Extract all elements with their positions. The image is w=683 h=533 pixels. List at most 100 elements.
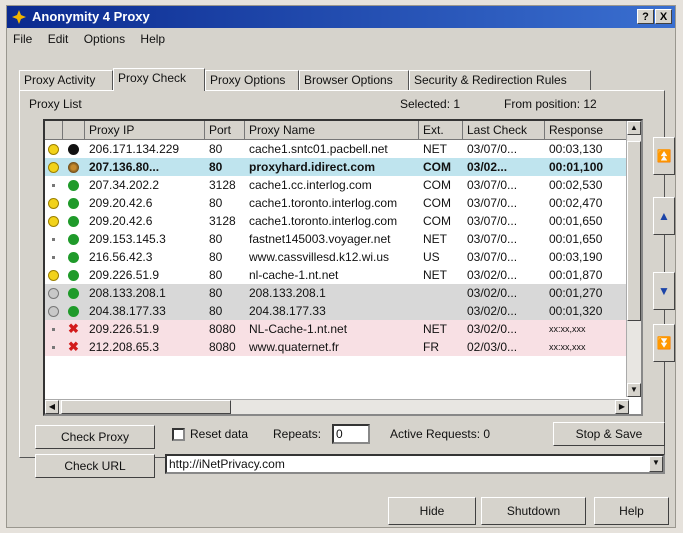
table-row[interactable]: 207.34.202.2 3128 cache1.cc.interlog.com CO… [45,176,629,194]
check-url-button[interactable]: Check URL [35,454,155,478]
help-title-button[interactable]: ? [637,9,654,24]
move-down-icon[interactable]: ▼ [653,272,675,310]
app-window: Anonymity 4 Proxy ? X File Edit Options … [6,5,676,528]
move-up-icon[interactable]: ▲ [653,197,675,235]
table-row[interactable]: 209.20.42.6 3128 cache1.toronto.interlog.c… [45,212,629,230]
cell-proxy-name: cache1.toronto.interlog.com [249,196,398,210]
cell-proxy-name: 208.133.208.1 [249,286,326,300]
tab-security-rules[interactable]: Security & Redirection Rules [409,70,591,90]
cell-proxy-ip: 216.56.42.3 [89,250,153,264]
table-row[interactable]: 216.56.42.3 80 www.cassvillesd.k12.wi.us US… [45,248,629,266]
cell-response: 00:03,130 [549,142,603,156]
menu-options[interactable]: Options [84,29,125,49]
cell-last-check: 03/02/0... [467,304,518,318]
stop-save-button[interactable]: Stop & Save [553,422,665,446]
cell-proxy-name: www.cassvillesd.k12.wi.us [249,250,390,264]
scroll-thumb[interactable] [627,141,641,321]
column-header[interactable]: Port [205,121,245,140]
proxy-table: Proxy IP Port Proxy Name Ext. Last Check Resp… [43,119,643,416]
menu-edit[interactable]: Edit [48,29,69,49]
cell-port: 3128 [209,178,236,192]
cell-port: 80 [209,268,223,282]
cell-last-check: 03/07/0... [467,142,518,156]
cell-response: xx:xx,xxx [549,342,586,352]
table-row[interactable]: ✖ 209.226.51.9 8080 NL-Cache-1.nt.net NET 03/… [45,320,629,338]
small-dot-icon [45,230,63,248]
green-status-icon [63,212,85,230]
cell-last-check: 03/07/0... [467,178,518,192]
tab-proxy-options[interactable]: Proxy Options [205,70,299,90]
cell-last-check: 02/03/0... [467,340,518,354]
horizontal-scrollbar[interactable]: ◀ ▶ [45,399,629,414]
table-row[interactable]: ✖ 212.208.65.3 8080 www.quaternet.fr FR 02/03… [45,338,629,356]
scroll-right-icon[interactable]: ▶ [615,400,629,414]
title-bar[interactable]: Anonymity 4 Proxy ? X [7,6,675,28]
column-header[interactable] [45,121,63,140]
menu-help[interactable]: Help [140,29,165,49]
cell-proxy-ip: 209.20.42.6 [89,196,153,210]
cell-ext: FR [423,340,439,354]
table-row[interactable]: 206.171.134.229 80 cache1.sntc01.pacbell.n… [45,140,629,158]
table-row[interactable]: 208.133.208.1 80 208.133.208.1 03/02/0... 00… [45,284,629,302]
repeats-input[interactable]: 0 [332,424,370,444]
shutdown-button[interactable]: Shutdown [481,497,586,525]
table-row[interactable]: 209.226.51.9 80 nl-cache-1.nt.net NET 03/02/… [45,266,629,284]
help-button[interactable]: Help [594,497,669,525]
smiley-icon [45,212,63,230]
cell-ext [419,302,463,320]
cell-response: 00:02,530 [549,178,603,192]
scroll-left-icon[interactable]: ◀ [45,400,59,414]
close-button[interactable]: X [655,9,672,24]
cell-response: 00:01,650 [549,214,603,228]
column-header[interactable]: Proxy IP [85,121,205,140]
failed-x-icon: ✖ [68,321,79,336]
cell-last-check: 03/07/0... [467,214,518,228]
cell-last-check: 03/07/0... [467,196,518,210]
cell-ext: COM [423,160,451,174]
url-input[interactable]: http://iNetPrivacy.com ▼ [165,454,665,474]
check-proxy-button[interactable]: Check Proxy [35,425,155,449]
tab-proxy-activity[interactable]: Proxy Activity [19,70,113,90]
cell-proxy-name: proxyhard.idirect.com [249,160,376,174]
cell-ext: COM [423,178,451,192]
cell-proxy-name: cache1.cc.interlog.com [249,178,372,192]
green-status-icon [63,302,85,320]
small-dot-icon [45,320,63,338]
app-icon [12,10,26,24]
reset-data-checkbox[interactable] [172,428,185,441]
column-header[interactable]: Proxy Name [245,121,419,140]
table-row[interactable]: 207.136.80... 80 proxyhard.idirect.com COM 0… [45,158,629,176]
url-text: http://iNetPrivacy.com [169,457,285,471]
column-header[interactable] [63,121,85,140]
smiley-icon [45,140,63,158]
hide-button[interactable]: Hide [388,497,476,525]
repeats-label: Repeats: [273,427,322,441]
tab-proxy-check[interactable]: Proxy Check [113,68,205,91]
selected-count: Selected: 1 [400,97,461,111]
cell-port: 80 [209,142,223,156]
table-row[interactable]: 204.38.177.33 80 204.38.177.33 03/02/0... 00… [45,302,629,320]
cell-proxy-ip: 209.226.51.9 [89,268,160,282]
cell-response: 00:01,270 [549,286,603,300]
move-top-icon[interactable]: ⏫ [653,137,675,175]
green-status-icon [63,248,85,266]
column-header[interactable]: Last Check [463,121,545,140]
hscroll-thumb[interactable] [61,400,231,414]
cell-port: 80 [209,160,223,174]
move-bottom-icon[interactable]: ⏬ [653,324,675,362]
column-header[interactable]: Response [545,121,629,140]
column-header[interactable]: Ext. [419,121,463,140]
vertical-scrollbar[interactable]: ▲ ▼ [626,121,641,397]
smiley-icon [45,194,63,212]
cell-response: 00:01,870 [549,268,603,282]
url-dropdown-icon[interactable]: ▼ [649,456,663,472]
scroll-up-icon[interactable]: ▲ [627,121,641,135]
scroll-down-icon[interactable]: ▼ [627,383,641,397]
menu-file[interactable]: File [13,29,32,49]
cell-ext: COM [423,196,451,210]
tab-browser-options[interactable]: Browser Options [299,70,409,90]
table-row[interactable]: 209.153.145.3 80 fastnet145003.voyager.net… [45,230,629,248]
neutral-face-icon [45,284,63,302]
table-row[interactable]: 209.20.42.6 80 cache1.toronto.interlog.com… [45,194,629,212]
cell-port: 80 [209,250,223,264]
